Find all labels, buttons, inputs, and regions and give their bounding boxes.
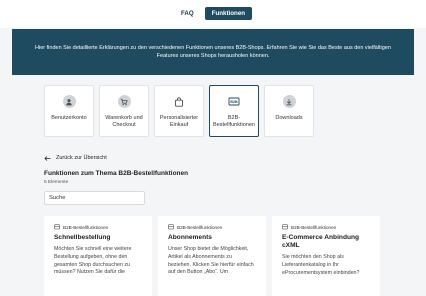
card-description: Sie möchten den Shop als Lieferantenkata… — [282, 254, 360, 276]
function-cards: B2B-Bestellfunktionen Schnellbestellung … — [44, 216, 380, 296]
tab-bar: FAQ Funktionen — [176, 7, 253, 20]
category-tile-downloads[interactable]: Downloads — [264, 85, 314, 137]
tab-faq[interactable]: FAQ — [176, 7, 199, 20]
function-card[interactable]: B2B-Bestellfunktionen Schnellbestellung … — [44, 216, 152, 296]
svg-text:B2B: B2B — [230, 100, 238, 104]
b2b-icon: B2B — [228, 95, 241, 108]
category-tile-personalized-shopping[interactable]: Personalisierter Einkauf — [154, 85, 204, 137]
b2b-icon — [54, 224, 60, 230]
section-title: Funktionen zum Thema B2B-Bestellfunktion… — [44, 170, 189, 177]
category-tiles: Benutzerkonto Warenkorb und Checkout Per… — [44, 85, 314, 137]
info-banner: Hier finden Sie detaillierte Erklärungen… — [12, 29, 414, 75]
b2b-icon — [282, 224, 288, 230]
search-input[interactable] — [44, 191, 145, 205]
card-tag: B2B-Bestellfunktionen — [54, 224, 142, 230]
card-title: E-Commerce Anbindung cXML — [282, 234, 360, 249]
category-tile-b2b-order-functions[interactable]: B2B B2B-Bestellfunktionen — [209, 85, 259, 137]
card-tag-label: B2B-Bestellfunktionen — [63, 224, 109, 230]
category-label: Benutzerkonto — [51, 115, 87, 121]
b2b-icon — [168, 224, 174, 230]
category-label: B2B-Bestellfunktionen — [213, 115, 255, 128]
tab-functions[interactable]: Funktionen — [204, 7, 253, 20]
cart-icon — [117, 95, 131, 108]
category-tile-cart-checkout[interactable]: Warenkorb und Checkout — [99, 85, 149, 137]
user-icon — [62, 95, 76, 108]
arrow-left-icon — [44, 155, 51, 161]
card-title: Schnellbestellung — [54, 234, 111, 241]
function-card[interactable]: B2B-Bestellfunktionen E-Commerce Anbindu… — [272, 216, 380, 296]
card-description: Unser Shop bietet die Möglichkeit, Artik… — [168, 246, 254, 276]
function-card[interactable]: B2B-Bestellfunktionen Abonnements Unser … — [158, 216, 266, 296]
banner-text: Hier finden Sie detaillierte Erklärungen… — [35, 45, 391, 59]
card-tag-label: B2B-Bestellfunktionen — [177, 224, 223, 230]
card-tag: B2B-Bestellfunktionen — [168, 224, 256, 230]
category-label: Warenkorb und Checkout — [105, 115, 143, 128]
back-link[interactable]: Zurück zur Übersicht — [44, 155, 107, 161]
category-label: Downloads — [275, 115, 303, 121]
category-tile-user-account[interactable]: Benutzerkonto — [44, 85, 94, 137]
card-description: Möchten Sie schnell eine weitere Bestell… — [54, 246, 132, 276]
back-link-label: Zurück zur Übersicht — [56, 155, 107, 161]
bag-icon — [173, 95, 186, 108]
card-title: Abonnements — [168, 234, 212, 241]
download-icon — [282, 95, 296, 108]
item-count: 5 Elemente — [44, 180, 69, 185]
card-tag: B2B-Bestellfunktionen — [282, 224, 370, 230]
category-label: Personalisierter Einkauf — [159, 115, 199, 128]
card-tag-label: B2B-Bestellfunktionen — [291, 224, 337, 230]
